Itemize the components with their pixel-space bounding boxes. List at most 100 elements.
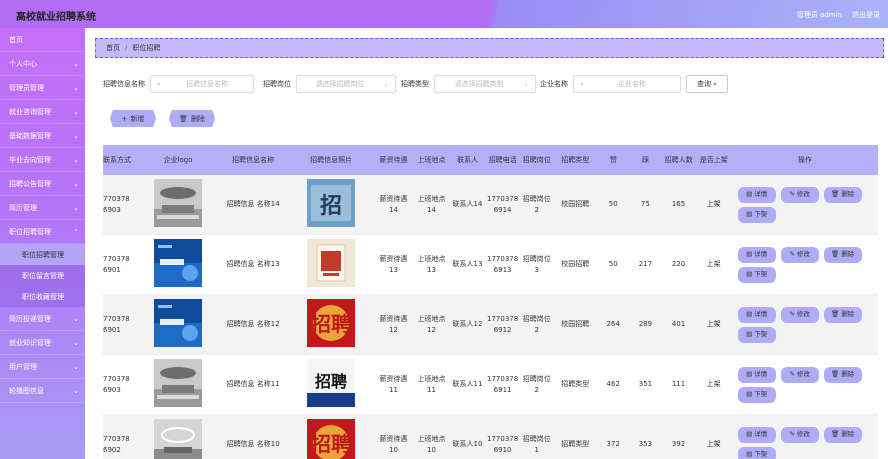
sidebar-item-label: 就业咨询管理: [9, 107, 51, 116]
table-header: 联系方式 企业logo 招聘信息名称 招聘信息照片 薪资待遇 上班地点 联系人 …: [103, 145, 878, 175]
sidebar-item-consulting[interactable]: 就业咨询管理 ⌄: [0, 100, 85, 124]
cell-logo: [138, 178, 218, 230]
sidebar-subitem-job-favorites[interactable]: 职位收藏管理: [0, 286, 85, 307]
recruit-photo-image: [307, 238, 356, 287]
breadcrumb-current: 职位招聘: [132, 44, 161, 52]
cell-dislike: 217: [638, 260, 653, 269]
chevron-up-icon: ⌃: [73, 227, 79, 236]
cell-salary: 薪资待遇 10: [379, 435, 408, 454]
cell-tel: 1770378 6911: [487, 375, 519, 394]
offshelf-button[interactable]: ▤ 下架: [737, 266, 776, 283]
filter-type-label: 招聘类型: [401, 80, 429, 88]
edit-icon: ✎: [789, 429, 795, 438]
cell-ops: ▤ 详情 ✎ 修改 🗑 删除 ▤ 下架: [732, 426, 878, 459]
chevron-down-icon: ⌄: [383, 80, 389, 88]
sidebar-subitem-job-messages[interactable]: 职位留言管理: [0, 265, 85, 286]
offshelf-button[interactable]: ▤ 下架: [737, 326, 776, 343]
sidebar-item-personal[interactable]: 个人中心 ⌄: [0, 52, 85, 76]
edit-button[interactable]: ✎ 修改: [780, 246, 819, 263]
chevron-down-icon: ⌄: [73, 338, 79, 347]
delete-button[interactable]: 🗑 删除: [823, 426, 862, 443]
edit-button[interactable]: ✎ 修改: [780, 426, 819, 443]
offshelf-icon: ▤: [746, 269, 753, 278]
breadcrumb-home[interactable]: 首页: [106, 43, 120, 53]
table-row: 770378 6901 招聘信息 名称13 薪资待遇 13 上班地点 13 联系…: [103, 235, 878, 295]
offshelf-button[interactable]: ▤ 下架: [737, 206, 776, 223]
sidebar-item-label: 用户管理: [9, 362, 37, 371]
company-input[interactable]: ⌕ 企业名称: [573, 75, 681, 93]
offshelf-icon: ▤: [746, 449, 753, 458]
cell-dislike: 353: [638, 440, 653, 449]
sidebar-item-admins[interactable]: 管理员管理 ⌄: [0, 76, 85, 100]
cell-ops: ▤ 详情 ✎ 修改 🗑 删除 ▤ 下架: [732, 246, 878, 283]
detail-button[interactable]: ▤ 详情: [737, 186, 776, 203]
delete-button[interactable]: 🗑 删除: [823, 186, 862, 203]
position-select[interactable]: 请选择招聘岗位 ⌄: [296, 75, 396, 93]
cell-status: 上架: [706, 380, 721, 389]
sidebar-item-announcements[interactable]: 招聘公告管理 ⌄: [0, 172, 85, 196]
edit-button[interactable]: ✎ 修改: [780, 366, 819, 383]
delete-button[interactable]: 🗑 删除: [823, 246, 862, 263]
delete-label: 删除: [841, 189, 855, 198]
cell-location: 上班地点 11: [417, 375, 446, 394]
sidebar-item-jobs[interactable]: 职位招聘管理 ⌃: [0, 220, 85, 244]
detail-label: 详情: [754, 429, 768, 438]
type-select[interactable]: 请选择招聘类型 ⌄: [434, 75, 536, 93]
company-logo-image: [154, 298, 203, 347]
offshelf-button[interactable]: ▤ 下架: [737, 446, 776, 459]
detail-button[interactable]: ▤ 详情: [737, 426, 776, 443]
search-name-input[interactable]: ⌕ 招聘信息名称: [150, 75, 254, 93]
cell-location: 上班地点 13: [417, 255, 446, 274]
sidebar-item-carousel[interactable]: 轮播图信息 ⌄: [0, 379, 85, 403]
cell-dislike: 289: [638, 320, 653, 329]
delete-button[interactable]: 🗑 删除: [823, 306, 862, 323]
edit-icon: ✎: [789, 369, 795, 378]
sidebar-item-users[interactable]: 用户管理 ⌄: [0, 355, 85, 379]
detail-button[interactable]: ▤ 详情: [737, 306, 776, 323]
col-dislike: 踩: [642, 155, 649, 164]
delete-button[interactable]: 🗑 删除: [823, 366, 862, 383]
query-button[interactable]: 查询 ⌕: [686, 75, 728, 93]
cell-status: 上架: [706, 200, 721, 209]
filter-query: 查询 ⌕: [686, 75, 728, 93]
add-button[interactable]: + 新增: [110, 110, 156, 127]
col-logo: 企业logo: [163, 155, 193, 164]
cell-count: 220: [671, 260, 686, 269]
col-type: 招聘类型: [561, 155, 590, 164]
app-title: 高校就业招聘系统: [16, 12, 96, 23]
filter-company: 企业名称 ⌕ 企业名称: [540, 75, 681, 93]
detail-label: 详情: [754, 189, 768, 198]
edit-button[interactable]: ✎ 修改: [780, 306, 819, 323]
sidebar-item-basic-data[interactable]: 基础数据管理 ⌄: [0, 124, 85, 148]
logout-button[interactable]: 退出登录: [852, 10, 880, 20]
cell-logo: [138, 358, 218, 410]
filter-type: 招聘类型 请选择招聘类型 ⌄: [401, 75, 536, 93]
sidebar-item-home[interactable]: 首页: [0, 28, 85, 52]
recruit-photo-image: 招聘: [307, 298, 356, 347]
cell-name: 招聘信息 名称10: [226, 440, 280, 449]
sidebar-item-resume[interactable]: 简历管理 ⌄: [0, 196, 85, 220]
cell-type: 招聘类型: [561, 440, 590, 449]
edit-label: 修改: [796, 189, 810, 198]
detail-button[interactable]: ▤ 详情: [737, 366, 776, 383]
batch-delete-button[interactable]: 🗑 删除: [169, 110, 215, 127]
filter-name: 招聘信息名称 ⌕ 招聘信息名称: [103, 75, 254, 93]
cell-name: 招聘信息 名称12: [226, 320, 280, 329]
sidebar-item-label: 管理员管理: [9, 83, 44, 92]
sidebar-subitem-job-posting[interactable]: 职位招聘管理: [0, 244, 85, 265]
offshelf-icon: ▤: [746, 329, 753, 338]
offshelf-label: 下架: [754, 389, 768, 398]
detail-label: 详情: [754, 309, 768, 318]
cell-dislike: 75: [640, 200, 650, 209]
col-ops: 操作: [797, 155, 812, 164]
edit-button[interactable]: ✎ 修改: [780, 186, 819, 203]
sidebar-item-resume-delivery[interactable]: 简历投递管理 ⌄: [0, 307, 85, 331]
sidebar-item-graduate[interactable]: 毕业去向管理 ⌄: [0, 148, 85, 172]
col-position: 招聘岗位: [522, 155, 551, 164]
sidebar-item-knowledge[interactable]: 就业知识管理 ⌄: [0, 331, 85, 355]
offshelf-icon: ▤: [746, 209, 753, 218]
company-logo-image: [154, 178, 203, 227]
table-body: 770378 6903 招聘信息 名称14 招 薪资待遇 14 上班地点 14 …: [103, 175, 878, 459]
offshelf-button[interactable]: ▤ 下架: [737, 386, 776, 403]
detail-button[interactable]: ▤ 详情: [737, 246, 776, 263]
